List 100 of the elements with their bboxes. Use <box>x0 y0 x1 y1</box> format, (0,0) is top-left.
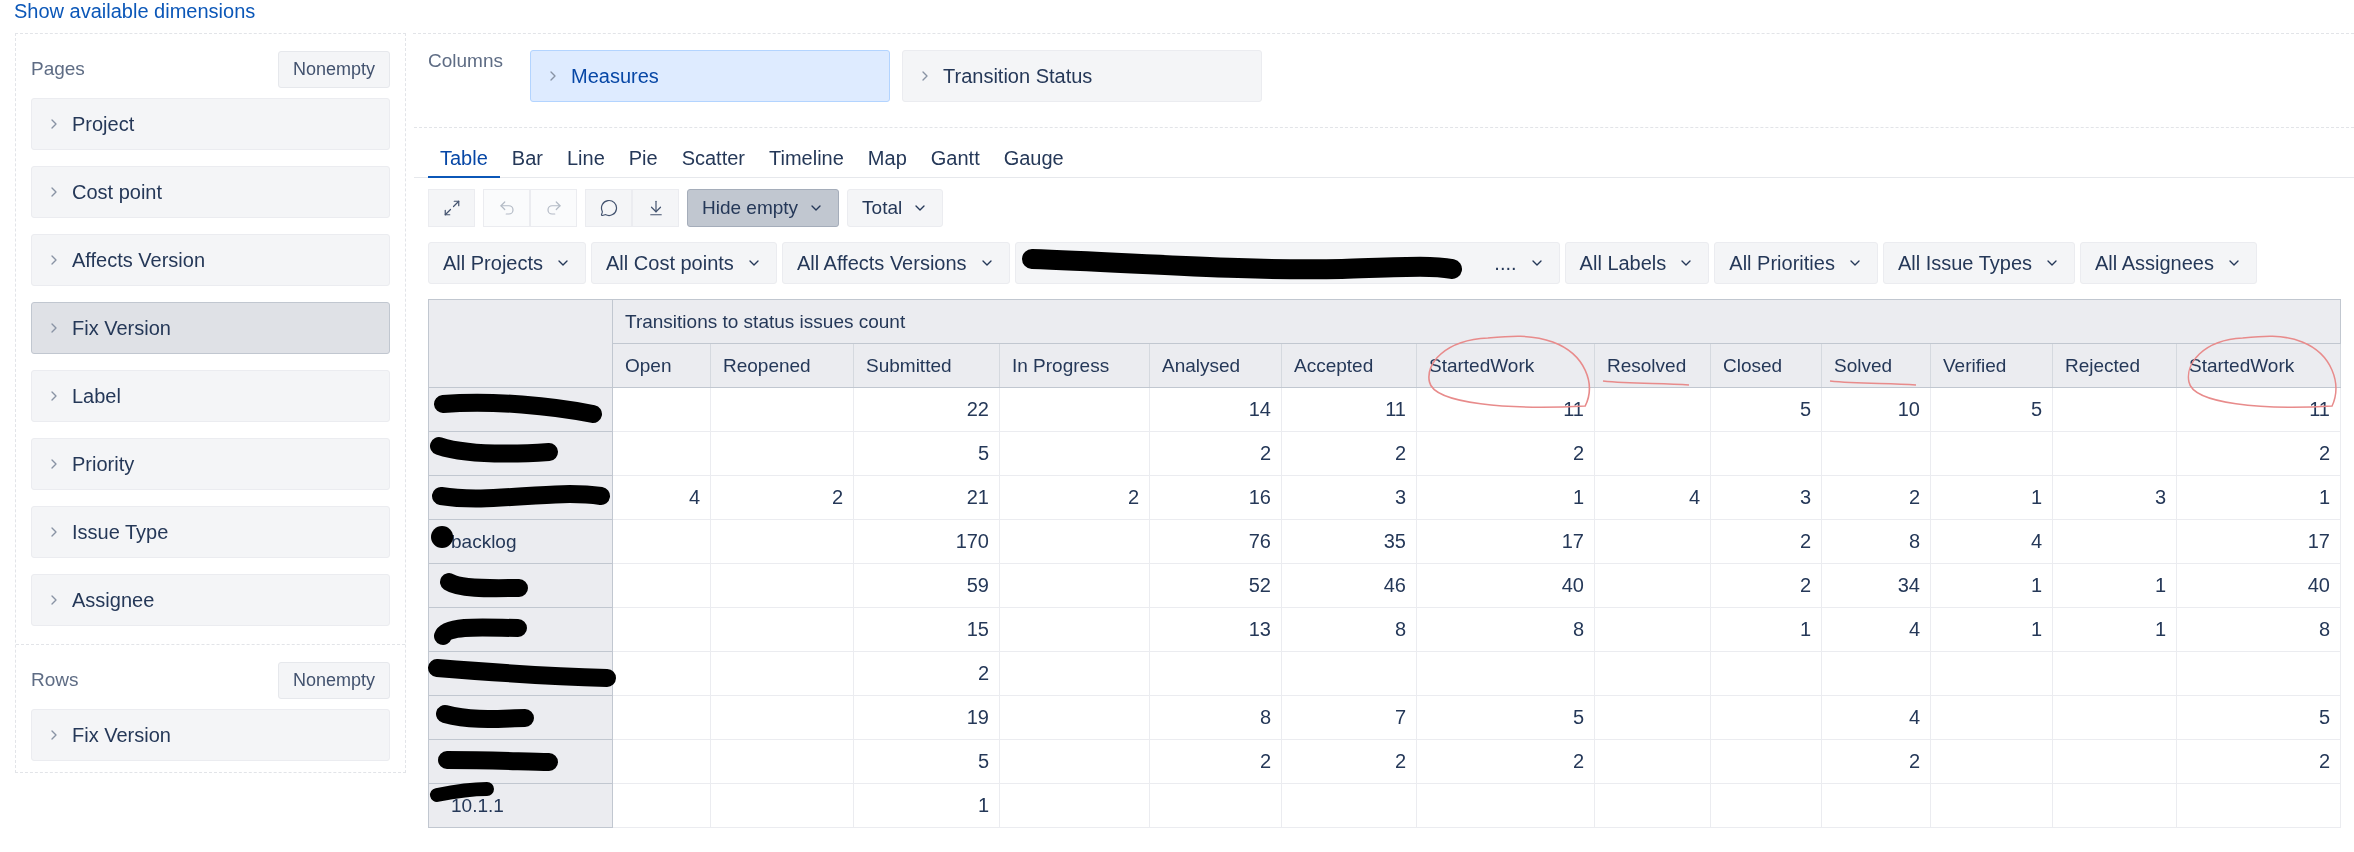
view-tab[interactable]: Scatter <box>669 140 757 178</box>
filter-dropdown[interactable]: .... <box>1014 242 1560 284</box>
table-cell: 11 <box>1416 387 1595 432</box>
table-cell: 4 <box>1821 695 1931 740</box>
view-tab[interactable]: Line <box>554 140 617 178</box>
table-cell: 2 <box>853 651 1000 696</box>
table-cell: 8 <box>1281 607 1417 652</box>
nonempty-button[interactable]: Nonempty <box>277 661 390 699</box>
filter-dropdown[interactable]: All Cost points <box>591 242 777 284</box>
table-cell: 2 <box>2176 739 2341 784</box>
table-cell: 13 <box>1149 607 1282 652</box>
redo-icon <box>544 199 563 217</box>
table-cell: 14 <box>1149 387 1282 432</box>
view-tab[interactable]: Gantt <box>918 140 992 178</box>
dimension-item[interactable]: Fix Version <box>31 302 390 354</box>
column-header: Analysed <box>1149 343 1282 388</box>
column-header: Open <box>612 343 711 388</box>
table-cell: 7 <box>1281 695 1417 740</box>
table-cell: 2 <box>1416 431 1595 476</box>
view-tab[interactable]: Timeline <box>757 140 856 178</box>
table-cell: 4 <box>1594 475 1711 520</box>
row-header: backlog <box>428 519 613 564</box>
filter-dropdown[interactable]: All Projects <box>428 242 587 284</box>
dimension-item[interactable]: Label <box>31 370 390 422</box>
view-tab[interactable]: Pie <box>616 140 670 178</box>
table-cell: 4 <box>1821 607 1931 652</box>
show-dimensions-link[interactable]: Show available dimensions <box>14 0 256 24</box>
toolbar-button[interactable] <box>585 189 632 227</box>
column-header: Resolved <box>1594 343 1711 388</box>
dimension-item[interactable]: Issue Type <box>31 506 390 558</box>
row-header: 10.1.1 <box>428 783 613 828</box>
undo-icon <box>497 199 516 217</box>
table-cell: 5 <box>853 431 1000 476</box>
table-cell: 2 <box>1281 431 1417 476</box>
table-cell: 1 <box>2052 607 2177 652</box>
table-cell: 5 <box>2176 695 2341 740</box>
table-cell: 2 <box>710 475 854 520</box>
table-cell: 3 <box>1281 475 1417 520</box>
table-cell: 2 <box>1281 739 1417 784</box>
view-tab[interactable]: Bar <box>499 140 555 178</box>
table-cell: 11 <box>2176 387 2341 432</box>
table-cell: 5 <box>853 739 1000 784</box>
dimension-item[interactable]: Measures <box>530 50 890 102</box>
dimension-item[interactable]: Cost point <box>31 166 390 218</box>
table-cell: 2 <box>1710 563 1822 608</box>
toolbar-button[interactable] <box>428 189 475 227</box>
fullscreen-icon <box>442 199 461 217</box>
nonempty-button[interactable]: Nonempty <box>277 50 390 88</box>
toolbar-button[interactable] <box>632 189 679 227</box>
table-cell: 1 <box>2052 563 2177 608</box>
table-cell: 3 <box>1710 475 1822 520</box>
dimension-item[interactable]: Transition Status <box>902 50 1262 102</box>
column-header: Solved <box>1821 343 1931 388</box>
table-cell: 5 <box>1416 695 1595 740</box>
column-header: Accepted <box>1281 343 1417 388</box>
table-cell: 1 <box>853 783 1000 828</box>
table-cell: 8 <box>1149 695 1282 740</box>
table-cell: 2 <box>1821 739 1931 784</box>
dimension-item[interactable]: Assignee <box>31 574 390 626</box>
dimension-item[interactable]: Affects Version <box>31 234 390 286</box>
table-cell: 8 <box>1821 519 1931 564</box>
table-cell: 52 <box>1149 563 1282 608</box>
table-cell: 2 <box>1710 519 1822 564</box>
column-header: Reopened <box>710 343 854 388</box>
table-cell: 2 <box>1149 431 1282 476</box>
table-cell: 21 <box>853 475 1000 520</box>
table-cell: 4 <box>612 475 711 520</box>
filter-dropdown[interactable]: All Assignees <box>2080 242 2257 284</box>
table-cell: 5 <box>1710 387 1822 432</box>
table-cell: 2 <box>999 475 1150 520</box>
dimension-item[interactable]: Priority <box>31 438 390 490</box>
view-tab[interactable]: Gauge <box>991 140 1076 178</box>
dropdown-button[interactable]: Hide empty <box>687 189 840 227</box>
table-cell: 2 <box>1821 475 1931 520</box>
dropdown-button[interactable]: Total <box>847 189 944 227</box>
filter-dropdown[interactable]: All Labels <box>1564 242 1710 284</box>
table-cell: 3 <box>2052 475 2177 520</box>
table-cell: 170 <box>853 519 1000 564</box>
table-cell: 2 <box>2176 431 2341 476</box>
table-cell: 2 <box>1149 739 1282 784</box>
view-tab[interactable]: Table <box>428 140 500 178</box>
column-header: Rejected <box>2052 343 2177 388</box>
table-cell: 5 <box>1930 387 2053 432</box>
filter-dropdown[interactable]: All Priorities <box>1714 242 1878 284</box>
table-cell: 40 <box>2176 563 2341 608</box>
section-title: Rows <box>31 669 79 691</box>
filter-dropdown[interactable]: All Affects Versions <box>781 242 1010 284</box>
table-cell: 17 <box>2176 519 2341 564</box>
table-cell: 15 <box>853 607 1000 652</box>
table-cell: 2 <box>1416 739 1595 784</box>
table-cell: 59 <box>853 563 1000 608</box>
table-cell: 11 <box>1281 387 1417 432</box>
view-tab[interactable]: Map <box>855 140 919 178</box>
table-cell: 19 <box>853 695 1000 740</box>
filter-dropdown[interactable]: All Issue Types <box>1882 242 2076 284</box>
table-cell: 1 <box>1710 607 1822 652</box>
dimension-item[interactable]: Project <box>31 98 390 150</box>
table-cell: 1 <box>1930 563 2053 608</box>
table-cell: 16 <box>1149 475 1282 520</box>
dimension-item[interactable]: Fix Version <box>31 709 390 761</box>
